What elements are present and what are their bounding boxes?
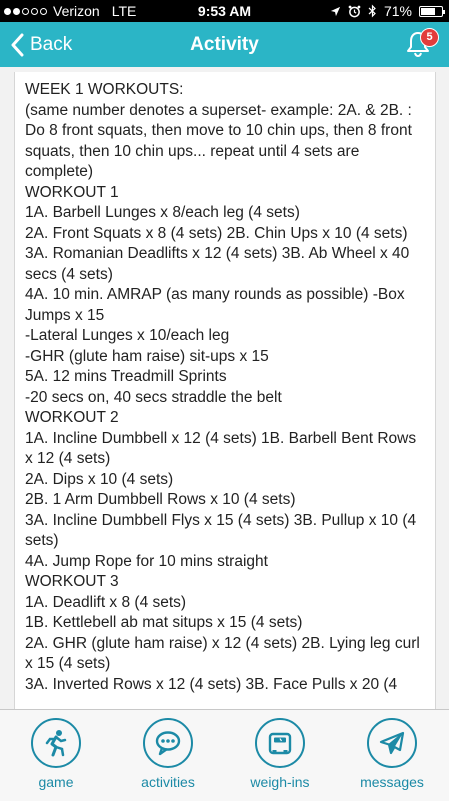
tab-label: game — [38, 774, 74, 790]
tab-weigh-ins[interactable]: weigh-ins — [224, 718, 336, 790]
text-line: 4A. 10 min. AMRAP (as many rounds as pos… — [25, 286, 405, 324]
tab-game[interactable]: game — [0, 718, 112, 790]
chat-bubble-icon — [143, 718, 193, 768]
text-line: WEEK 1 WORKOUTS: — [25, 81, 184, 98]
text-line: (same number denotes a superset- example… — [25, 101, 412, 181]
tab-label: activities — [141, 774, 195, 790]
text-line: 5A. 12 mins Treadmill Sprints — [25, 368, 227, 385]
battery-fill — [421, 7, 436, 15]
text-line: WORKOUT 3 — [25, 573, 119, 590]
runner-icon — [31, 718, 81, 768]
text-line: 3A. Romanian Deadlifts x 12 (4 sets) 3B.… — [25, 245, 410, 283]
notification-badge: 5 — [420, 28, 439, 47]
text-line: WORKOUT 2 — [25, 409, 119, 426]
text-line: 1A. Deadlift x 8 (4 sets) — [25, 593, 187, 611]
page-title: Activity — [190, 34, 259, 55]
text-line: -GHR (glute ham raise) sit-ups x 15 — [25, 347, 269, 365]
tab-label: messages — [360, 774, 424, 790]
text-line: 1A. Barbell Lunges x 8/each leg (4 sets) — [25, 204, 300, 221]
scale-icon — [255, 718, 305, 768]
status-right: 71% — [330, 3, 445, 19]
tab-bar: game activities weigh-ins messages — [0, 709, 449, 801]
status-bar: Verizon LTE 9:53 AM 71% — [0, 0, 449, 22]
battery-icon — [419, 5, 445, 17]
text-line: 2A. Front Squats x 8 (4 sets) 2B. Chin U… — [25, 224, 408, 242]
notifications-button[interactable]: 5 — [405, 28, 439, 60]
text-line: 1A. Incline Dumbbell x 12 (4 sets) 1B. B… — [25, 429, 417, 468]
text-line: 3A. Incline Dumbbell Flys x 15 (4 sets) … — [25, 511, 417, 550]
text-line: 4A. Jump Rope for 10 mins straight — [25, 552, 268, 570]
tab-activities[interactable]: activities — [112, 718, 224, 790]
content-area: WEEK 1 WORKOUTS: (same number denotes a … — [0, 67, 449, 709]
nav-bar: Back Activity 5 — [0, 22, 449, 67]
alarm-clock-icon — [348, 5, 361, 17]
paper-plane-icon — [367, 718, 417, 768]
text-line: 2A. Dips x 10 (4 sets) — [25, 470, 174, 488]
text-line: WORKOUT 1 — [25, 183, 119, 201]
text-line: 3A. Inverted Rows x 12 (4 sets) 3B. Face… — [25, 675, 398, 693]
activity-card[interactable]: WEEK 1 WORKOUTS: (same number denotes a … — [14, 72, 436, 709]
bluetooth-icon — [368, 4, 376, 18]
location-arrow-icon — [330, 6, 341, 16]
text-line: 2B. 1 Arm Dumbbell Rows x 10 (4 sets) — [25, 491, 296, 508]
text-line: 1B. Kettlebell ab mat situps x 15 (4 set… — [25, 614, 303, 631]
tab-messages[interactable]: messages — [336, 718, 448, 790]
battery-percent: 71% — [383, 3, 412, 19]
text-line: -Lateral Lunges x 10/each leg — [25, 327, 230, 344]
text-line: -20 secs on, 40 secs straddle the belt — [25, 388, 282, 406]
text-line: 2A. GHR (glute ham raise) x 12 (4 sets) … — [25, 634, 420, 673]
tab-label: weigh-ins — [250, 774, 310, 790]
workout-text: WEEK 1 WORKOUTS: (same number denotes a … — [15, 72, 435, 695]
